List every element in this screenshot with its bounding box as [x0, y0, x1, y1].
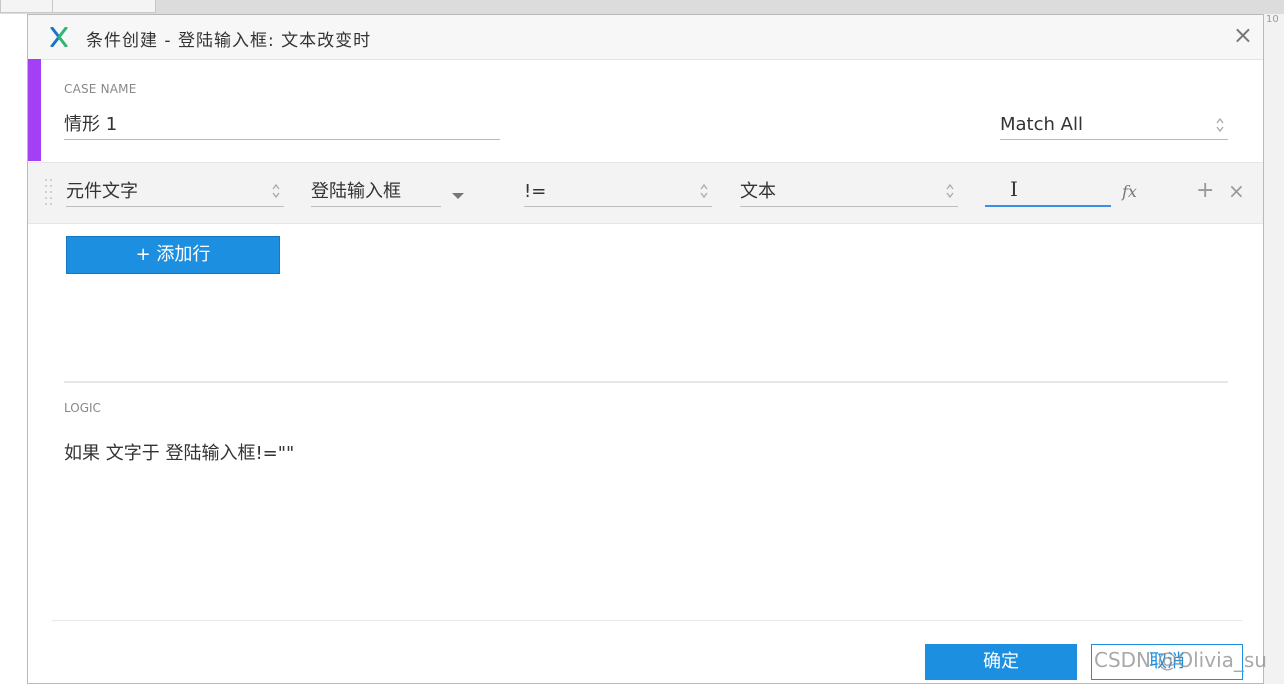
value-type-value: 文本: [740, 181, 776, 202]
background-left-panel: [0, 14, 28, 684]
chevron-down-icon[interactable]: [452, 193, 464, 199]
target-type-select[interactable]: 元件文字: [66, 177, 284, 207]
case-name-input[interactable]: 情形 1: [64, 111, 500, 140]
section-divider: [64, 381, 1228, 383]
spinner-arrows-icon: [946, 183, 954, 199]
logic-text: 如果 文字于 登陆输入框!="": [64, 443, 295, 464]
value-input[interactable]: [985, 177, 1111, 207]
match-mode-select[interactable]: Match All: [1000, 111, 1228, 140]
background-right-panel: [1264, 14, 1284, 684]
background-tab[interactable]: [0, 0, 54, 13]
operator-select[interactable]: !=: [524, 177, 712, 207]
case-editor-dialog: 条件创建 - 登陆输入框: 文本改变时 × CASE NAME 情形 1 Mat…: [27, 14, 1264, 684]
spinner-arrows-icon: [700, 183, 708, 199]
axure-x-icon: [50, 27, 68, 47]
ruler-number: 10: [1266, 14, 1279, 25]
background-tab[interactable]: [52, 0, 156, 13]
text-cursor-icon: I: [1010, 177, 1018, 201]
target-widget-select[interactable]: 登陆输入框: [311, 177, 441, 207]
value-type-select[interactable]: 文本: [740, 177, 958, 207]
spinner-arrows-icon: [1216, 117, 1224, 133]
drag-handle-icon[interactable]: [45, 179, 53, 207]
ok-button[interactable]: 确定: [925, 644, 1077, 680]
add-row-button[interactable]: + 添加行: [66, 236, 280, 274]
condition-row: 元件文字 登陆输入框 != 文本 I fx + ×: [28, 162, 1263, 224]
target-widget-value: 登陆输入框: [311, 181, 401, 202]
footer-divider: [52, 620, 1242, 621]
watermark: CSDN @Olivia_su: [1094, 648, 1267, 672]
case-color-bar: [28, 59, 41, 161]
case-name-label: CASE NAME: [64, 82, 137, 96]
spinner-arrows-icon: [272, 183, 280, 199]
match-mode-value: Match All: [1000, 114, 1083, 135]
close-icon[interactable]: ×: [1233, 23, 1253, 47]
fx-icon[interactable]: fx: [1122, 182, 1137, 201]
close-icon[interactable]: ×: [1228, 180, 1245, 202]
case-name-section: CASE NAME 情形 1 Match All: [28, 59, 1263, 161]
background-tabstrip: [0, 0, 1284, 14]
plus-icon[interactable]: +: [1196, 180, 1214, 202]
dialog-title: 条件创建 - 登陆输入框: 文本改变时: [86, 31, 372, 51]
target-type-value: 元件文字: [66, 181, 138, 202]
operator-value: !=: [524, 181, 547, 202]
dialog-titlebar: 条件创建 - 登陆输入框: 文本改变时 ×: [28, 15, 1263, 60]
logic-label: LOGIC: [64, 401, 101, 415]
